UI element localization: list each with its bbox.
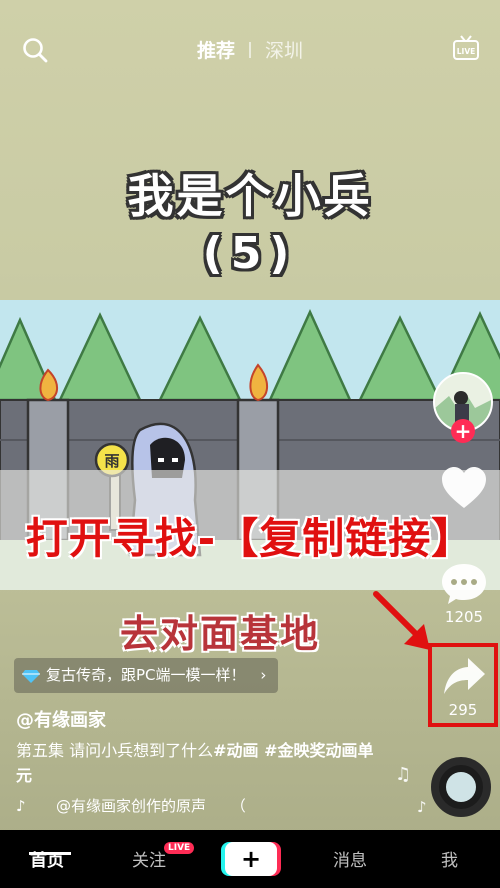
promo-arrow: › xyxy=(260,666,267,684)
author-username[interactable]: @有缘画家 xyxy=(16,706,106,732)
music-note-icon: ♫ xyxy=(395,764,412,785)
promo-link[interactable]: 复古传奇，跟PC端一模一样！ › xyxy=(14,658,279,693)
heart-icon[interactable] xyxy=(440,466,488,510)
video-title-line1: 我是个小兵 xyxy=(127,169,373,223)
tiktok-icon: ♪ xyxy=(16,797,26,815)
diamond-icon xyxy=(22,669,40,683)
music-note-icon: ♪ xyxy=(417,798,427,816)
tab-me[interactable]: 我 xyxy=(441,846,458,871)
follow-author-button[interactable]: + xyxy=(451,419,475,443)
video-screen[interactable]: 推荐 深圳 LIVE 我是个小兵 (5) 雨 打开寻找-【复制链接】 去对面基地… xyxy=(0,0,500,888)
feed-tabs: 推荐 深圳 xyxy=(0,36,500,63)
video-title: 我是个小兵 (5) xyxy=(0,160,500,279)
share-icon[interactable] xyxy=(442,656,486,696)
tab-home[interactable]: 首页 xyxy=(30,846,64,871)
svg-text:LIVE: LIVE xyxy=(457,47,476,56)
tab-divider xyxy=(249,41,251,58)
music-cover xyxy=(446,772,476,802)
music-title: @有缘画家创作的原声 xyxy=(56,797,207,815)
share-count: 295 xyxy=(448,701,478,719)
caption-text: 第五集 请问小兵想到了什么 xyxy=(16,741,214,760)
live-icon[interactable]: LIVE xyxy=(452,34,480,62)
tab-recommend[interactable]: 推荐 xyxy=(197,36,235,63)
video-title-line2: (5) xyxy=(202,228,298,279)
coin-glyph: 雨 xyxy=(104,452,119,470)
comment-icon[interactable] xyxy=(440,562,488,606)
tab-location[interactable]: 深圳 xyxy=(265,36,303,63)
video-caption: 第五集 请问小兵想到了什么#动画 #金映奖动画单元 xyxy=(16,738,386,788)
comment-count: 1205 xyxy=(444,608,484,626)
overlay-subtitle: 去对面基地 xyxy=(120,612,321,656)
promo-text: 复古传奇，跟PC端一模一样！ xyxy=(46,666,246,684)
top-bar: 推荐 深圳 LIVE xyxy=(0,0,500,96)
music-info[interactable]: ♪ @有缘画家创作的原声 （ xyxy=(16,795,246,816)
overlay-banner-text: 打开寻找-【复制链接】 xyxy=(25,514,475,563)
create-button[interactable]: + xyxy=(225,842,277,876)
live-badge: LIVE xyxy=(164,842,195,854)
music-disc[interactable] xyxy=(431,757,491,817)
tab-home-indicator xyxy=(29,852,71,855)
tab-messages[interactable]: 消息 xyxy=(333,846,367,871)
music-trailing: （ xyxy=(230,797,246,815)
tab-follow[interactable]: 关注 xyxy=(132,846,166,871)
